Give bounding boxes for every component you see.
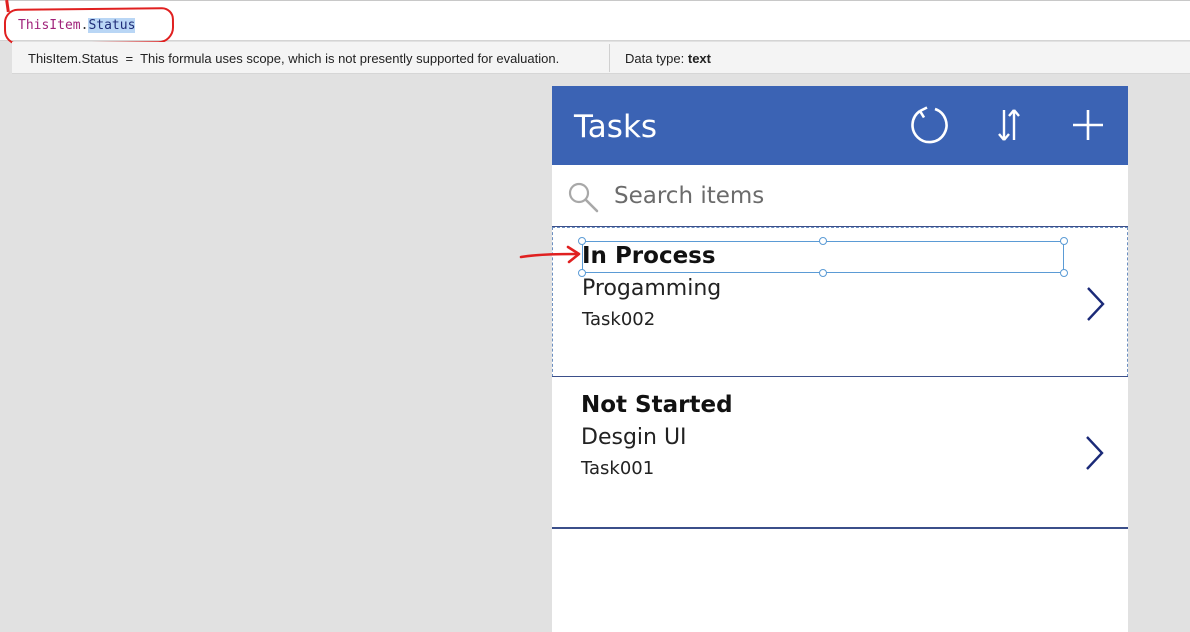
formula-evaluation-text: ThisItem.Status = This formula uses scop… (28, 51, 560, 66)
eval-divider (609, 44, 610, 72)
app-header: Tasks (552, 86, 1128, 165)
app-screen: Tasks In Process Progamming Task002 (552, 86, 1128, 632)
gallery-item[interactable]: Not Started Desgin UI Task001 (552, 377, 1128, 527)
item-subtitle: Task002 (582, 309, 656, 330)
data-type-info: Data type: text (625, 51, 711, 66)
formula-evaluation-strip: ThisItem.Status = This formula uses scop… (12, 42, 1190, 74)
data-type-label: Data type: (625, 51, 688, 66)
resize-handle[interactable] (1060, 269, 1068, 277)
search-input[interactable] (614, 179, 1104, 213)
refresh-icon[interactable] (908, 104, 950, 146)
search-bar (552, 165, 1128, 227)
item-title: Progamming (582, 276, 722, 301)
annotation-circle (3, 7, 175, 45)
resize-handle[interactable] (1060, 237, 1068, 245)
item-title: Desgin UI (581, 425, 687, 450)
chevron-right-icon[interactable] (1081, 284, 1109, 324)
chevron-right-icon[interactable] (1080, 433, 1108, 473)
resize-handle[interactable] (578, 269, 586, 277)
add-icon[interactable] (1067, 104, 1109, 146)
formula-bar[interactable]: ThisItem.Status (0, 0, 1190, 41)
gallery-item[interactable]: In Process Progamming Task002 (552, 227, 1128, 377)
item-status: Not Started (581, 392, 733, 418)
resize-handle[interactable] (819, 237, 827, 245)
resize-handle[interactable] (819, 269, 827, 277)
search-icon (568, 182, 599, 213)
annotation-arrow (519, 245, 581, 264)
data-type-value: text (687, 51, 711, 66)
page-title: Tasks (574, 109, 658, 145)
item-separator (552, 527, 1128, 529)
item-subtitle: Task001 (581, 458, 655, 479)
sort-icon[interactable] (988, 104, 1030, 146)
